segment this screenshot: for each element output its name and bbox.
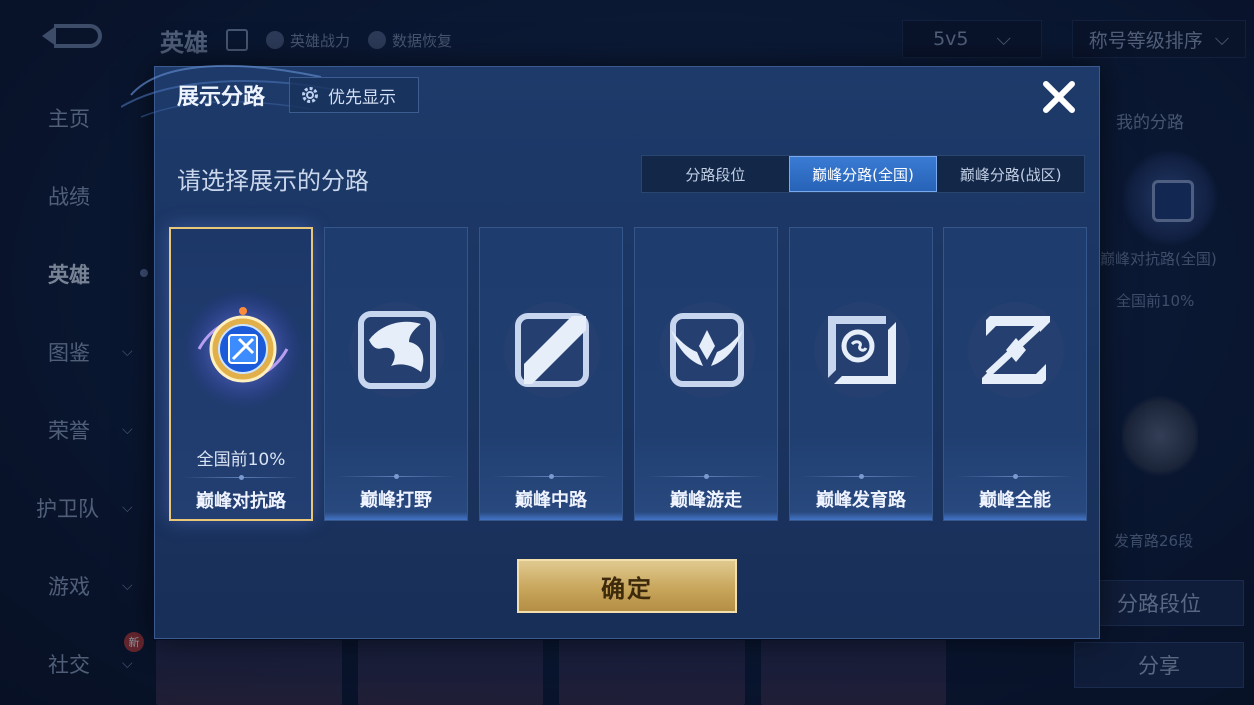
lane-card-jungle[interactable]: 巅峰打野 <box>324 227 468 521</box>
confirm-button[interactable]: 确定 <box>517 559 737 613</box>
close-icon <box>1043 81 1075 113</box>
lane-card-roam[interactable]: 巅峰游走 <box>634 227 778 521</box>
dialog-title: 展示分路 <box>177 85 266 110</box>
divider <box>492 474 610 479</box>
gear-icon <box>302 87 318 103</box>
lane-display-dialog: 展示分路 优先显示 请选择展示的分路 分路段位 巅峰分路(全国) 巅峰分路(战区… <box>121 64 1100 639</box>
card-glow <box>790 512 932 520</box>
all-round-icon <box>966 300 1066 400</box>
lane-card-mid[interactable]: 巅峰中路 <box>479 227 623 521</box>
lane-name: 巅峰打野 <box>360 490 432 511</box>
divider <box>337 474 455 479</box>
priority-display-label: 优先显示 <box>328 87 396 108</box>
divider <box>183 475 299 480</box>
farm-lane-icon <box>812 300 912 400</box>
lane-card-allround[interactable]: 巅峰全能 <box>943 227 1087 521</box>
clash-lane-icon <box>181 287 305 411</box>
select-lane-prompt: 请选择展示的分路 <box>177 167 369 195</box>
lane-options: 全国前10% 巅峰对抗路 巅峰打野 巅峰中路 巅峰游走 巅峰发育路 巅峰全能 <box>169 227 1087 521</box>
lane-name: 巅峰游走 <box>670 490 742 511</box>
divider <box>647 474 765 479</box>
card-glow <box>635 512 777 520</box>
lane-card-clash[interactable]: 全国前10% 巅峰对抗路 <box>169 227 313 521</box>
priority-display-button[interactable]: 优先显示 <box>289 77 419 113</box>
lane-rank: 全国前10% <box>196 450 286 470</box>
lane-name: 巅峰对抗路 <box>196 491 286 512</box>
lane-name: 巅峰全能 <box>979 490 1051 511</box>
lane-name: 巅峰发育路 <box>816 490 906 511</box>
tab-peak-region[interactable]: 巅峰分路(战区) <box>937 156 1084 192</box>
card-glow <box>480 512 622 520</box>
tab-peak-national[interactable]: 巅峰分路(全国) <box>788 156 938 192</box>
roam-wings-icon <box>657 300 757 400</box>
jungle-dragon-icon <box>347 300 447 400</box>
lane-name: 巅峰中路 <box>515 490 587 511</box>
lane-tabs: 分路段位 巅峰分路(全国) 巅峰分路(战区) <box>641 155 1085 193</box>
divider <box>956 474 1074 479</box>
tab-lane-rank[interactable]: 分路段位 <box>642 156 789 192</box>
lane-card-farm[interactable]: 巅峰发育路 <box>789 227 933 521</box>
mid-lane-icon <box>502 300 602 400</box>
card-glow <box>944 512 1086 520</box>
card-glow <box>325 512 467 520</box>
close-button[interactable] <box>1037 75 1081 119</box>
divider <box>802 474 920 479</box>
